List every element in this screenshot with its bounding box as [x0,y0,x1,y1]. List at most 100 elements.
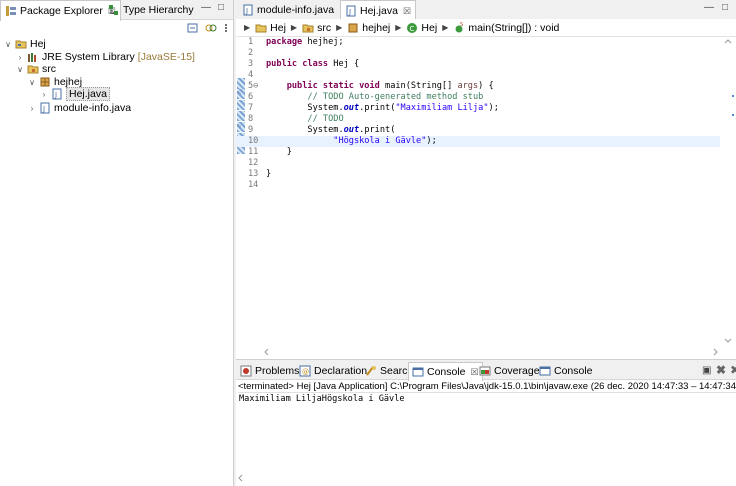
java-file-icon: J [242,4,254,16]
java-editor: J module-info.java J Hej.java ☒ — □ ▶ He… [236,0,736,360]
breadcrumb-class[interactable]: Hej [421,22,437,34]
tab-module-info-java[interactable]: J module-info.java [238,0,338,20]
tab-declaration[interactable]: @ Declaration [296,362,370,380]
svg-text:S: S [460,22,463,28]
left-view-tabbar: Package Explorer ☒ Type Hierarchy — □ [0,0,233,21]
tab-problems[interactable]: Problems [237,362,302,380]
tab-type-hierarchy[interactable]: Type Hierarchy [104,0,198,20]
collapsed-chevron-icon[interactable]: › [28,104,36,113]
class-icon: C [406,22,418,34]
breadcrumb-method[interactable]: main(String[]) : void [468,22,559,34]
coverage-icon [479,365,491,377]
method-icon: S [453,22,465,34]
code-line: 12 [248,158,259,168]
tab-hej-java[interactable]: J Hej.java ☒ [340,0,417,21]
minimize-icon[interactable]: — [704,2,714,13]
remove-launch-icon[interactable]: ✖ [716,363,726,377]
tab-label: Declaration [314,365,368,377]
chevron-right-icon: ▶ [442,23,449,32]
link-with-editor-icon[interactable] [205,22,217,34]
bottom-tabbar: Problems @ Declaration Search Console ☒ … [236,362,736,381]
minimize-icon[interactable]: — [201,2,211,13]
view-menu-icon[interactable] [223,22,229,34]
collapse-all-icon[interactable] [187,22,199,34]
java-file-icon: J [39,102,51,114]
tab-label: Type Hierarchy [123,4,194,16]
code-line: 5⊖ public static void main(String[] args… [248,81,494,91]
tab-console-2[interactable]: Console [536,362,596,380]
chevron-right-icon: ▶ [290,23,298,32]
code-line: 8 // TODO [248,114,344,124]
editor-vertical-scrollbar[interactable] [722,37,734,345]
svg-text:@: @ [302,368,309,376]
tab-coverage[interactable]: Coverage [476,362,543,380]
console-view: Problems @ Declaration Search Console ☒ … [236,362,736,486]
maximize-icon[interactable]: □ [218,2,224,13]
explorer-toolbar [187,22,229,34]
close-icon[interactable]: ☒ [403,6,411,17]
tree-label: Hej.java [66,87,110,101]
remove-all-icon[interactable]: ✖ [730,363,736,377]
code-line: 3 public class Hej { [248,59,360,69]
svg-text:C: C [410,25,415,33]
java-file-icon: J [345,5,357,17]
svg-text:J: J [245,7,248,15]
tree-label: module-info.java [54,102,132,114]
tree-item-module-info[interactable]: › J module-info.java [28,100,131,116]
code-line: 1 package hejhej; [248,37,344,47]
console-status: <terminated> Hej [Java Application] C:\P… [238,381,736,393]
package-explorer-icon [5,5,17,17]
tab-label: Console [427,366,466,378]
package-explorer-view: Package Explorer ☒ Type Hierarchy — □ ∨ [0,0,234,486]
code-line: 2 [248,48,254,58]
console-icon [539,365,551,377]
stop-icon[interactable]: ▣ [702,365,711,376]
editor-horizontal-scrollbar[interactable] [262,345,720,359]
breadcrumb: ▶ Hej ▶ src ▶ hejhej ▶ C Hej ▶ S main(St… [236,19,736,37]
jre-version-decoration: [JavaSE-15] [137,51,195,63]
tab-label: Coverage [494,365,540,377]
code-line: 9 System.out.print( [248,125,396,135]
tab-label: Package Explorer [20,5,103,17]
expanded-chevron-icon[interactable]: ∨ [16,65,24,74]
breadcrumb-package[interactable]: hejhej [362,22,390,34]
code-line: 13} [248,169,272,179]
chevron-right-icon: ▶ [244,23,251,32]
tab-label: Problems [255,365,300,377]
collapsed-chevron-icon[interactable]: › [40,90,48,99]
svg-text:J: J [42,105,45,113]
search-icon [365,365,377,377]
tab-package-explorer[interactable]: Package Explorer ☒ [0,0,121,21]
code-line-current: 10 "Högskola i Gävle"); [236,136,720,147]
maximize-icon[interactable]: □ [722,2,728,13]
svg-text:J: J [348,8,351,16]
code-line: 11 } [248,147,292,157]
breadcrumb-src[interactable]: src [317,22,331,34]
chevron-right-icon: ▶ [336,23,343,32]
project-folder-icon [255,22,267,34]
svg-text:J: J [54,91,57,99]
expanded-chevron-icon[interactable]: ∨ [28,78,36,87]
code-line: 7 System.out.print("Maximiliam Lilja"); [248,103,499,113]
editor-tabbar: J module-info.java J Hej.java ☒ — □ [236,0,736,21]
console-output[interactable]: Maximiliam LiljaHögskola i Gävle [239,394,405,404]
breadcrumb-project[interactable]: Hej [270,22,286,34]
java-file-icon: J [51,88,63,100]
code-line: 14 [248,180,259,190]
code-area[interactable]: ✎ ✎ 1 package hejhej; 2 3 public class Hej… [236,37,720,345]
tab-label: Hej.java [360,5,398,17]
console-icon [412,366,424,378]
expanded-chevron-icon[interactable]: ∨ [4,40,12,49]
code-line: 4 [248,70,254,80]
problems-icon [240,365,252,377]
package-icon [347,22,359,34]
code-line: 6 // TODO Auto-generated method stub [248,92,484,102]
chevron-right-icon: ▶ [395,23,402,32]
tab-label: module-info.java [257,4,335,16]
type-hierarchy-icon [108,4,120,16]
source-folder-icon [302,22,314,34]
tab-console[interactable]: Console ☒ [408,362,483,381]
declaration-icon: @ [299,365,311,377]
tab-label: Console [554,365,593,377]
console-horizontal-scrollbar[interactable] [236,472,720,484]
